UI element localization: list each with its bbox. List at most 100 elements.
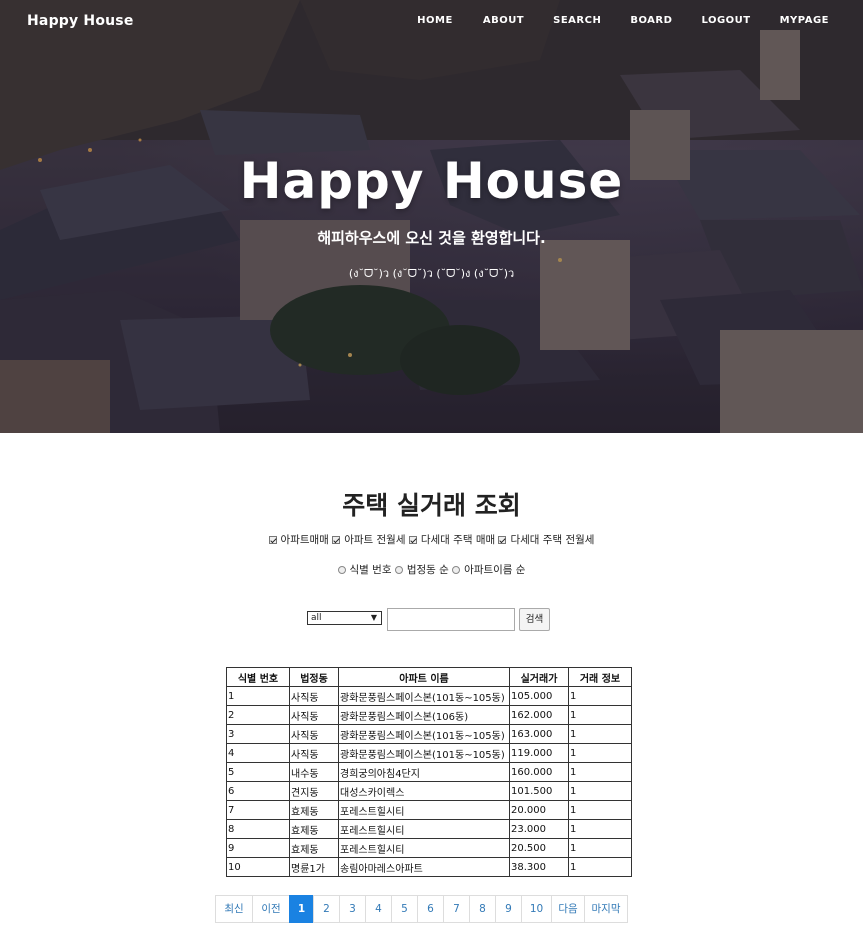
cell-info[interactable]: 1 bbox=[568, 857, 632, 877]
search-button[interactable]: 검색 bbox=[519, 608, 550, 631]
cell-info[interactable]: 1 bbox=[568, 705, 632, 725]
nav-home[interactable]: HOME bbox=[417, 15, 453, 26]
cell-info[interactable]: 1 bbox=[568, 838, 632, 858]
radio-sort-dong[interactable]: 법정동 순 bbox=[394, 562, 449, 577]
checkbox-apt-sale[interactable]: 아파트매매 bbox=[268, 532, 329, 547]
page-4[interactable]: 4 bbox=[365, 895, 392, 923]
nav-about[interactable]: ABOUT bbox=[483, 15, 524, 26]
page-9[interactable]: 9 bbox=[495, 895, 522, 923]
cell-dong: 효제동 bbox=[289, 819, 339, 839]
page-next[interactable]: 다음 bbox=[551, 895, 585, 923]
navbar: Happy House HOME ABOUT SEARCH BOARD LOGO… bbox=[0, 0, 863, 44]
nav-board[interactable]: BOARD bbox=[630, 15, 672, 26]
cell-info[interactable]: 1 bbox=[568, 819, 632, 839]
page-first[interactable]: 최신 bbox=[215, 895, 253, 923]
table-row[interactable]: 5 내수동 경희궁의아침4단지 160.000 1 bbox=[226, 762, 632, 782]
th-info: 거래 정보 bbox=[568, 667, 632, 687]
cell-id: 7 bbox=[226, 800, 290, 820]
cell-info[interactable]: 1 bbox=[568, 762, 632, 782]
deal-type-checkboxes: 아파트매매 아파트 전월세 다세대 주택 매매 다세대 주택 전월세 bbox=[0, 532, 863, 547]
cell-aptname[interactable]: 송림아마레스아파트 bbox=[338, 857, 510, 877]
checkbox-multi-rent[interactable]: 다세대 주택 전월세 bbox=[498, 532, 594, 547]
cell-price: 20.000 bbox=[509, 800, 569, 820]
table-row[interactable]: 7 효제동 포레스트힐시티 20.000 1 bbox=[226, 800, 632, 820]
page-title: 주택 실거래 조회 bbox=[342, 491, 521, 520]
nav-mypage[interactable]: MYPAGE bbox=[780, 15, 829, 26]
page-10[interactable]: 10 bbox=[521, 895, 552, 923]
th-aptname: 아파트 이름 bbox=[338, 667, 510, 687]
table-row[interactable]: 6 견지동 대성스카이렉스 101.500 1 bbox=[226, 781, 632, 801]
table-row[interactable]: 3 사직동 광화문풍림스페이스본(101동~105동) 163.000 1 bbox=[226, 724, 632, 744]
cell-info[interactable]: 1 bbox=[568, 743, 632, 763]
checkbox-multi-sale[interactable]: 다세대 주택 매매 bbox=[408, 532, 495, 547]
checkbox-icon[interactable] bbox=[332, 535, 341, 544]
cell-aptname[interactable]: 광화문풍림스페이스본(101동~105동) bbox=[338, 686, 510, 706]
cell-info[interactable]: 1 bbox=[568, 724, 632, 744]
hero-emoticons: (ง˘ᗜ˘)ว (ง˘ᗜ˘)ว (˘ᗜ˘)ง (ง˘ᗜ˘)ว bbox=[348, 267, 515, 280]
cell-aptname[interactable]: 광화문풍림스페이스본(101동~105동) bbox=[338, 743, 510, 763]
checkbox-icon[interactable] bbox=[268, 535, 277, 544]
pagination: 최신 이전 1 2 3 4 5 6 7 8 9 10 다음 마지막 bbox=[215, 895, 628, 923]
page-2[interactable]: 2 bbox=[313, 895, 340, 923]
hero-subtitle: 해피하우스에 오신 것을 환영합니다. bbox=[317, 229, 546, 247]
nav-search[interactable]: SEARCH bbox=[553, 15, 601, 26]
table-row[interactable]: 1 사직동 광화문풍림스페이스본(101동~105동) 105.000 1 bbox=[226, 686, 632, 706]
page-8[interactable]: 8 bbox=[469, 895, 496, 923]
th-price: 실거래가 bbox=[509, 667, 569, 687]
cell-aptname[interactable]: 경희궁의아침4단지 bbox=[338, 762, 510, 782]
cell-info[interactable]: 1 bbox=[568, 800, 632, 820]
nav-logout[interactable]: LOGOUT bbox=[701, 15, 750, 26]
checkbox-label: 아파트 전월세 bbox=[344, 534, 406, 546]
radio-sort-id[interactable]: 식별 번호 bbox=[337, 562, 392, 577]
cell-price: 163.000 bbox=[509, 724, 569, 744]
cell-aptname[interactable]: 대성스카이렉스 bbox=[338, 781, 510, 801]
search-field-select[interactable]: all ▼ bbox=[307, 611, 382, 625]
page-5[interactable]: 5 bbox=[391, 895, 418, 923]
checkbox-icon[interactable] bbox=[498, 535, 507, 544]
checkbox-icon[interactable] bbox=[408, 535, 417, 544]
cell-dong: 사직동 bbox=[289, 743, 339, 763]
cell-id: 5 bbox=[226, 762, 290, 782]
cell-price: 38.300 bbox=[509, 857, 569, 877]
cell-dong: 사직동 bbox=[289, 686, 339, 706]
cell-dong: 내수동 bbox=[289, 762, 339, 782]
th-dong: 법정동 bbox=[289, 667, 339, 687]
sort-radios: 식별 번호 법정동 순 아파트이름 순 bbox=[0, 562, 863, 577]
cell-aptname[interactable]: 포레스트힐시티 bbox=[338, 800, 510, 820]
page-7[interactable]: 7 bbox=[443, 895, 470, 923]
deals-table: 식별 번호 법정동 아파트 이름 실거래가 거래 정보 1 사직동 광화문풍림스… bbox=[226, 667, 632, 877]
cell-price: 20.500 bbox=[509, 838, 569, 858]
cell-info[interactable]: 1 bbox=[568, 781, 632, 801]
table-row[interactable]: 10 명륜1가 송림아마레스아파트 38.300 1 bbox=[226, 857, 632, 877]
cell-dong: 명륜1가 bbox=[289, 857, 339, 877]
checkbox-label: 다세대 주택 전월세 bbox=[510, 534, 595, 546]
radio-icon[interactable] bbox=[452, 565, 461, 574]
page-last[interactable]: 마지막 bbox=[584, 895, 628, 923]
radio-icon[interactable] bbox=[394, 565, 403, 574]
cell-aptname[interactable]: 포레스트힐시티 bbox=[338, 819, 510, 839]
checkbox-apt-rent[interactable]: 아파트 전월세 bbox=[332, 532, 406, 547]
cell-aptname[interactable]: 포레스트힐시티 bbox=[338, 838, 510, 858]
cell-info[interactable]: 1 bbox=[568, 686, 632, 706]
page-3[interactable]: 3 bbox=[339, 895, 366, 923]
cell-aptname[interactable]: 광화문풍림스페이스본(101동~105동) bbox=[338, 724, 510, 744]
table-row[interactable]: 4 사직동 광화문풍림스페이스본(101동~105동) 119.000 1 bbox=[226, 743, 632, 763]
page-prev[interactable]: 이전 bbox=[252, 895, 290, 923]
cell-price: 105.000 bbox=[509, 686, 569, 706]
cell-id: 3 bbox=[226, 724, 290, 744]
radio-sort-aptname[interactable]: 아파트이름 순 bbox=[452, 562, 525, 577]
cell-dong: 효제동 bbox=[289, 800, 339, 820]
cell-id: 2 bbox=[226, 705, 290, 725]
search-input[interactable] bbox=[387, 608, 515, 631]
table-row[interactable]: 9 효제동 포레스트힐시티 20.500 1 bbox=[226, 838, 632, 858]
radio-icon[interactable] bbox=[337, 565, 346, 574]
cell-dong: 견지동 bbox=[289, 781, 339, 801]
hero-overlay bbox=[0, 0, 863, 433]
table-row[interactable]: 8 효제동 포레스트힐시티 23.000 1 bbox=[226, 819, 632, 839]
brand-logo[interactable]: Happy House bbox=[27, 13, 134, 29]
cell-aptname[interactable]: 광화문풍림스페이스본(106동) bbox=[338, 705, 510, 725]
page-6[interactable]: 6 bbox=[417, 895, 444, 923]
table-row[interactable]: 2 사직동 광화문풍림스페이스본(106동) 162.000 1 bbox=[226, 705, 632, 725]
checkbox-label: 아파트매매 bbox=[280, 534, 329, 546]
page-1[interactable]: 1 bbox=[289, 895, 314, 923]
